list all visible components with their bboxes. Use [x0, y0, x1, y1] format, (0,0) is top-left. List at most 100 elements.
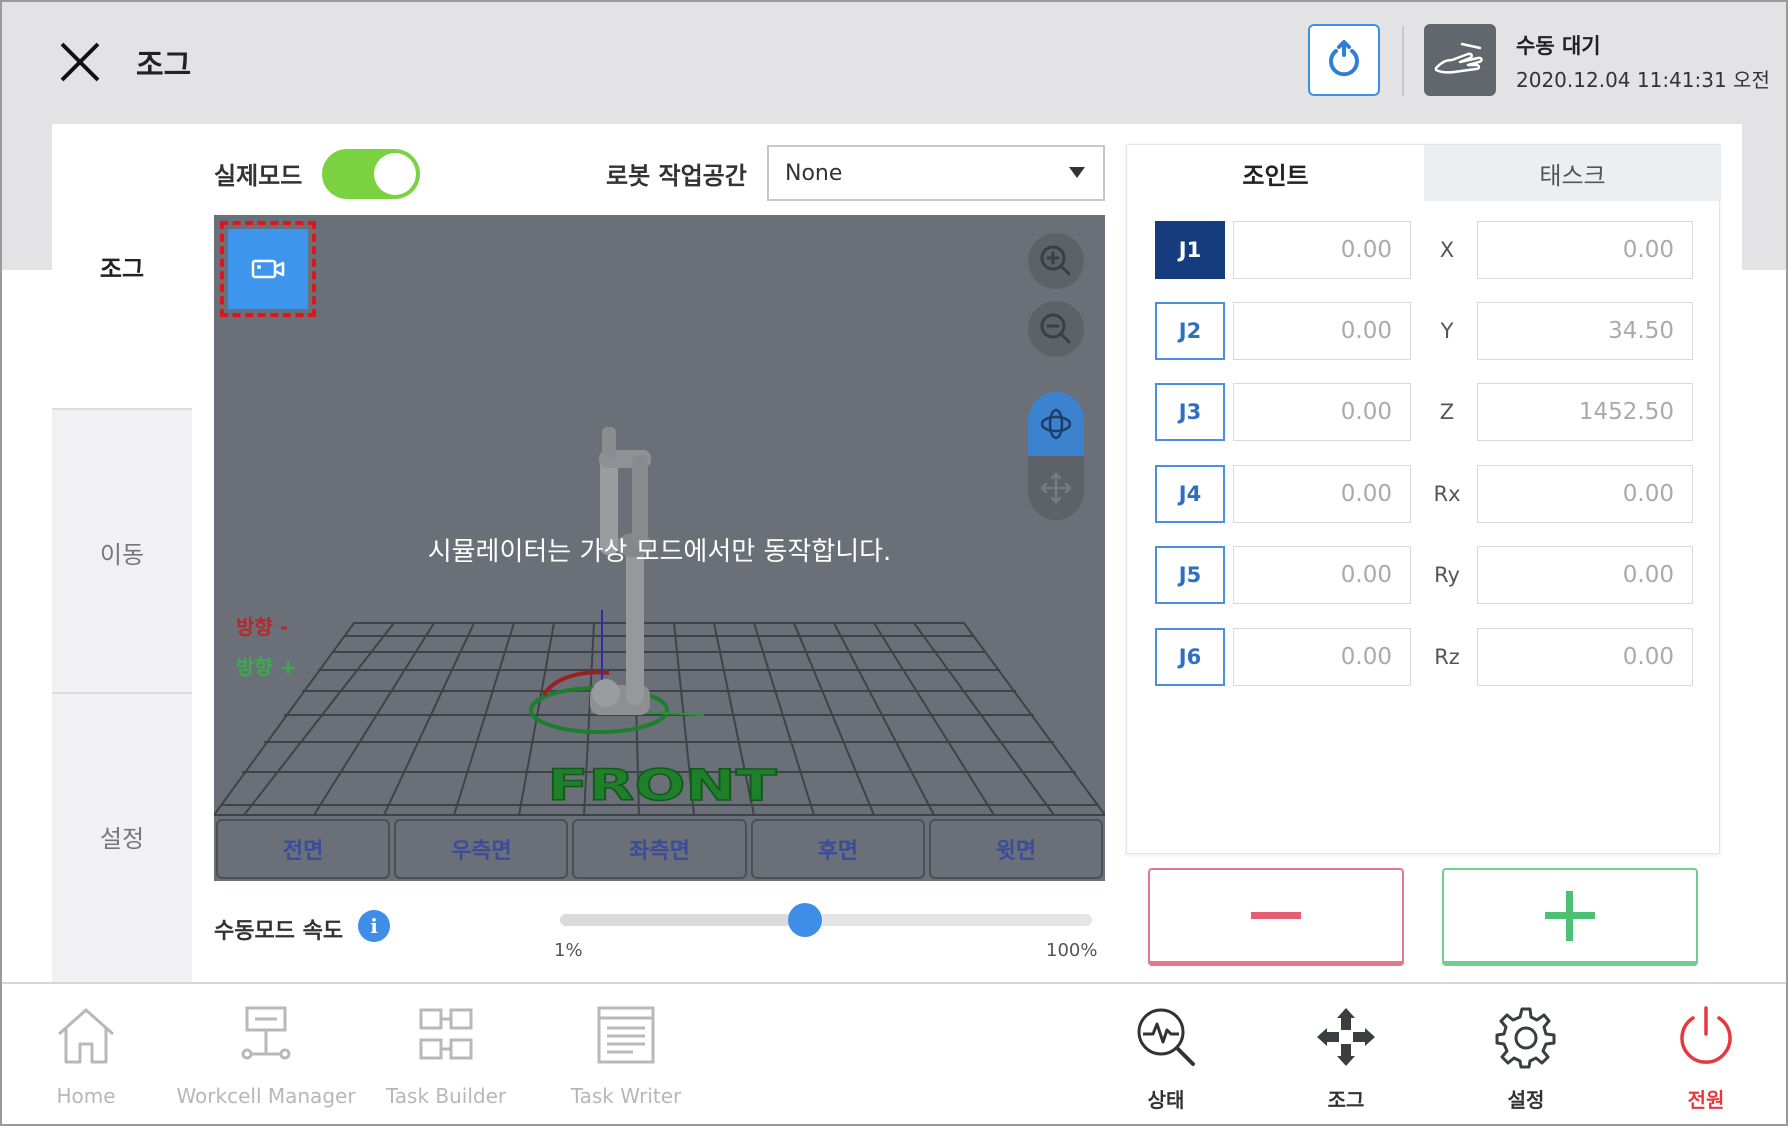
view-mode-group — [1028, 392, 1084, 520]
sidebar-item-jog[interactable]: 조그 — [52, 124, 192, 408]
joint-button-j6[interactable]: J6 — [1155, 628, 1225, 686]
simulator-message: 시뮬레이터는 가상 모드에서만 동작합니다. — [427, 537, 892, 567]
nav-task-builder[interactable]: Task Builder — [356, 984, 536, 1124]
info-icon[interactable]: i — [358, 910, 390, 942]
nav-home-label: Home — [56, 1084, 116, 1108]
floor-front-text: FRONT — [547, 760, 777, 810]
nav-jog[interactable]: 조그 — [1256, 984, 1436, 1124]
sidebar-item-settings[interactable]: 설정 — [52, 694, 192, 978]
speed-slider-thumb[interactable] — [787, 903, 822, 937]
rotate-view-button[interactable] — [1028, 392, 1084, 456]
task-label-ry: Ry — [1434, 563, 1460, 587]
nav-home[interactable]: Home — [2, 984, 176, 1124]
nav-settings-label: 설정 — [1507, 1088, 1545, 1112]
joint-value-j3[interactable]: 0.00 — [1233, 383, 1411, 441]
header-divider — [1402, 26, 1404, 96]
jog-plus-button[interactable] — [1442, 868, 1698, 966]
nav-status[interactable]: 상태 — [1076, 984, 1256, 1124]
nav-status-label: 상태 — [1147, 1088, 1185, 1112]
real-mode-label: 실제모드 — [214, 162, 303, 190]
workspace-label: 로봇 작업공간 — [606, 162, 747, 190]
tab-task[interactable]: 태스크 — [1424, 145, 1721, 201]
view-back-button[interactable]: 후면 — [750, 819, 925, 879]
jog-minus-button[interactable] — [1148, 868, 1404, 966]
app-window: 조그 수동 대기 2020.12.04 11:41:31 오전 조그 이동 설정… — [0, 0, 1788, 1126]
speed-max-label: 100% — [1046, 940, 1098, 961]
nav-task-writer[interactable]: Task Writer — [536, 984, 716, 1124]
refresh-button[interactable] — [1308, 24, 1380, 96]
joint-value-j2[interactable]: 0.00 — [1233, 302, 1411, 360]
joint-button-j5[interactable]: J5 — [1155, 546, 1225, 604]
joint-value-j4[interactable]: 0.00 — [1233, 465, 1411, 523]
zoom-in-icon — [1040, 245, 1071, 276]
zoom-in-button[interactable] — [1028, 233, 1084, 289]
camera-view-button[interactable] — [228, 229, 308, 309]
close-icon[interactable] — [58, 40, 102, 84]
view-right-button[interactable]: 우측면 — [394, 819, 569, 879]
task-value-ry[interactable]: 0.00 — [1477, 546, 1693, 604]
zoom-out-button[interactable] — [1028, 301, 1084, 357]
sidebar-item-move[interactable]: 이동 — [52, 410, 192, 694]
nav-jog-label: 조그 — [1327, 1088, 1365, 1112]
nav-workcell-manager[interactable]: Workcell Manager — [176, 984, 356, 1124]
task-label-rz: Rz — [1434, 645, 1460, 669]
speed-min-label: 1% — [554, 940, 583, 961]
nav-power[interactable]: 전원 — [1616, 984, 1786, 1124]
nav-power-label: 전원 — [1687, 1088, 1725, 1112]
zoom-out-icon — [1040, 313, 1071, 344]
robot-status-time: 2020.12.04 11:41:31 오전 — [1516, 68, 1770, 92]
joint-value-j5[interactable]: 0.00 — [1233, 546, 1411, 604]
joint-button-j2[interactable]: J2 — [1155, 302, 1225, 360]
toggle-knob — [374, 153, 416, 195]
task-value-rx[interactable]: 0.00 — [1477, 465, 1693, 523]
manual-mode-button[interactable] — [1424, 24, 1496, 96]
refresh-icon — [1329, 40, 1359, 77]
robot-status-title: 수동 대기 — [1516, 34, 1601, 58]
task-value-y[interactable]: 34.50 — [1477, 302, 1693, 360]
joint-button-j3[interactable]: J3 — [1155, 383, 1225, 441]
direction-plus-legend: 방향 + — [236, 655, 297, 679]
task-value-z[interactable]: 1452.50 — [1477, 383, 1693, 441]
pan-move-icon — [1040, 472, 1072, 504]
plus-icon — [1545, 890, 1595, 941]
workcell-icon — [241, 1006, 291, 1060]
power-icon — [1680, 1006, 1732, 1064]
task-value-rz[interactable]: 0.00 — [1477, 628, 1693, 686]
task-label-y: Y — [1440, 319, 1454, 343]
bottom-nav: Home Workcell Manager Task Builder Task … — [2, 982, 1786, 1124]
joint-button-j4[interactable]: J4 — [1155, 465, 1225, 523]
workspace-select[interactable]: None — [767, 145, 1105, 201]
speed-slider-fill — [560, 914, 805, 926]
view-top-button[interactable]: 윗면 — [928, 819, 1104, 879]
view-front-button[interactable]: 전면 — [216, 819, 391, 879]
task-label-rx: Rx — [1433, 482, 1461, 506]
nav-settings[interactable]: 설정 — [1436, 984, 1616, 1124]
nav-task-writer-label: Task Writer — [570, 1084, 682, 1108]
nav-workcell-label: Workcell Manager — [176, 1084, 356, 1108]
camera-icon — [251, 259, 285, 279]
tab-joint[interactable]: 조인트 — [1127, 145, 1424, 201]
real-mode-toggle[interactable] — [322, 149, 420, 199]
pan-view-button[interactable] — [1028, 456, 1084, 520]
hand-guide-icon — [1434, 42, 1483, 74]
side-nav: 조그 이동 설정 — [52, 124, 192, 984]
coordinate-panel: 조인트 태스크 J1 0.00 X 0.00 J2 0.00 Y 34.50 J… — [1126, 144, 1721, 854]
robot-simulator-view[interactable]: FRONT 시뮬레이터는 가상 모드에서만 동작합니다. 방향 - 방향 + 전… — [214, 215, 1105, 881]
nav-task-builder-label: Task Builder — [385, 1084, 507, 1108]
joint-value-j1[interactable]: 0.00 — [1233, 221, 1411, 279]
joint-button-j1[interactable]: J1 — [1155, 221, 1225, 279]
view-left-button[interactable]: 좌측면 — [572, 819, 747, 879]
minus-icon — [1251, 911, 1301, 919]
manual-speed-label: 수동모드 속도 — [214, 919, 344, 944]
view-preset-bar: 전면 우측면 좌측면 후면 윗면 — [214, 817, 1105, 881]
joint-value-j6[interactable]: 0.00 — [1233, 628, 1411, 686]
task-label-x: X — [1439, 238, 1455, 262]
page-title: 조그 — [136, 48, 192, 83]
task-builder-icon — [419, 1008, 473, 1060]
speed-slider[interactable] — [560, 903, 1092, 937]
caret-down-icon — [1069, 167, 1085, 178]
task-label-z: Z — [1439, 400, 1455, 424]
rotate-3d-icon — [1040, 408, 1072, 440]
task-value-x[interactable]: 0.00 — [1477, 221, 1693, 279]
jog-icon — [1317, 1008, 1375, 1066]
